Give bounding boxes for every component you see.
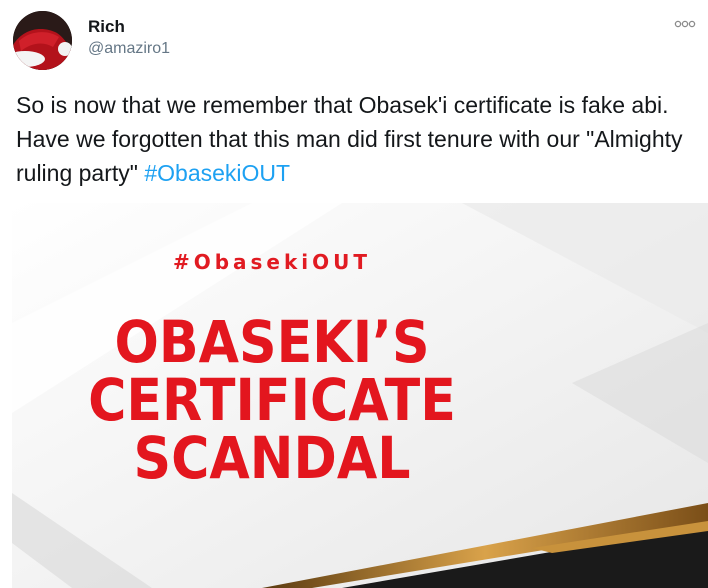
headline-line-3: SCANDAL	[133, 424, 411, 492]
avatar[interactable]	[13, 11, 72, 70]
tweet-card: Rich @amaziro1 So is now that we remembe…	[0, 0, 708, 588]
display-name[interactable]: Rich	[88, 17, 125, 37]
tweet-body: So is now that we remember that Obasek'i…	[16, 92, 683, 186]
santa-hat-avatar-icon	[13, 11, 72, 70]
headline-line-1: OBASEKI’S	[114, 308, 430, 376]
tweet-media-image[interactable]: #ObasekiOUT OBASEKI’S CERTIFICATE SCANDA…	[12, 203, 708, 588]
media-headline: OBASEKI’S CERTIFICATE SCANDAL	[38, 313, 506, 487]
more-options-icon[interactable]	[673, 17, 699, 31]
tweet-text: So is now that we remember that Obasek'i…	[16, 88, 696, 190]
user-handle[interactable]: @amaziro1	[88, 40, 170, 58]
hashtag-link[interactable]: #ObasekiOUT	[144, 160, 290, 186]
headline-line-2: CERTIFICATE	[88, 366, 456, 434]
media-hashtag-text: #ObasekiOUT	[172, 250, 372, 274]
